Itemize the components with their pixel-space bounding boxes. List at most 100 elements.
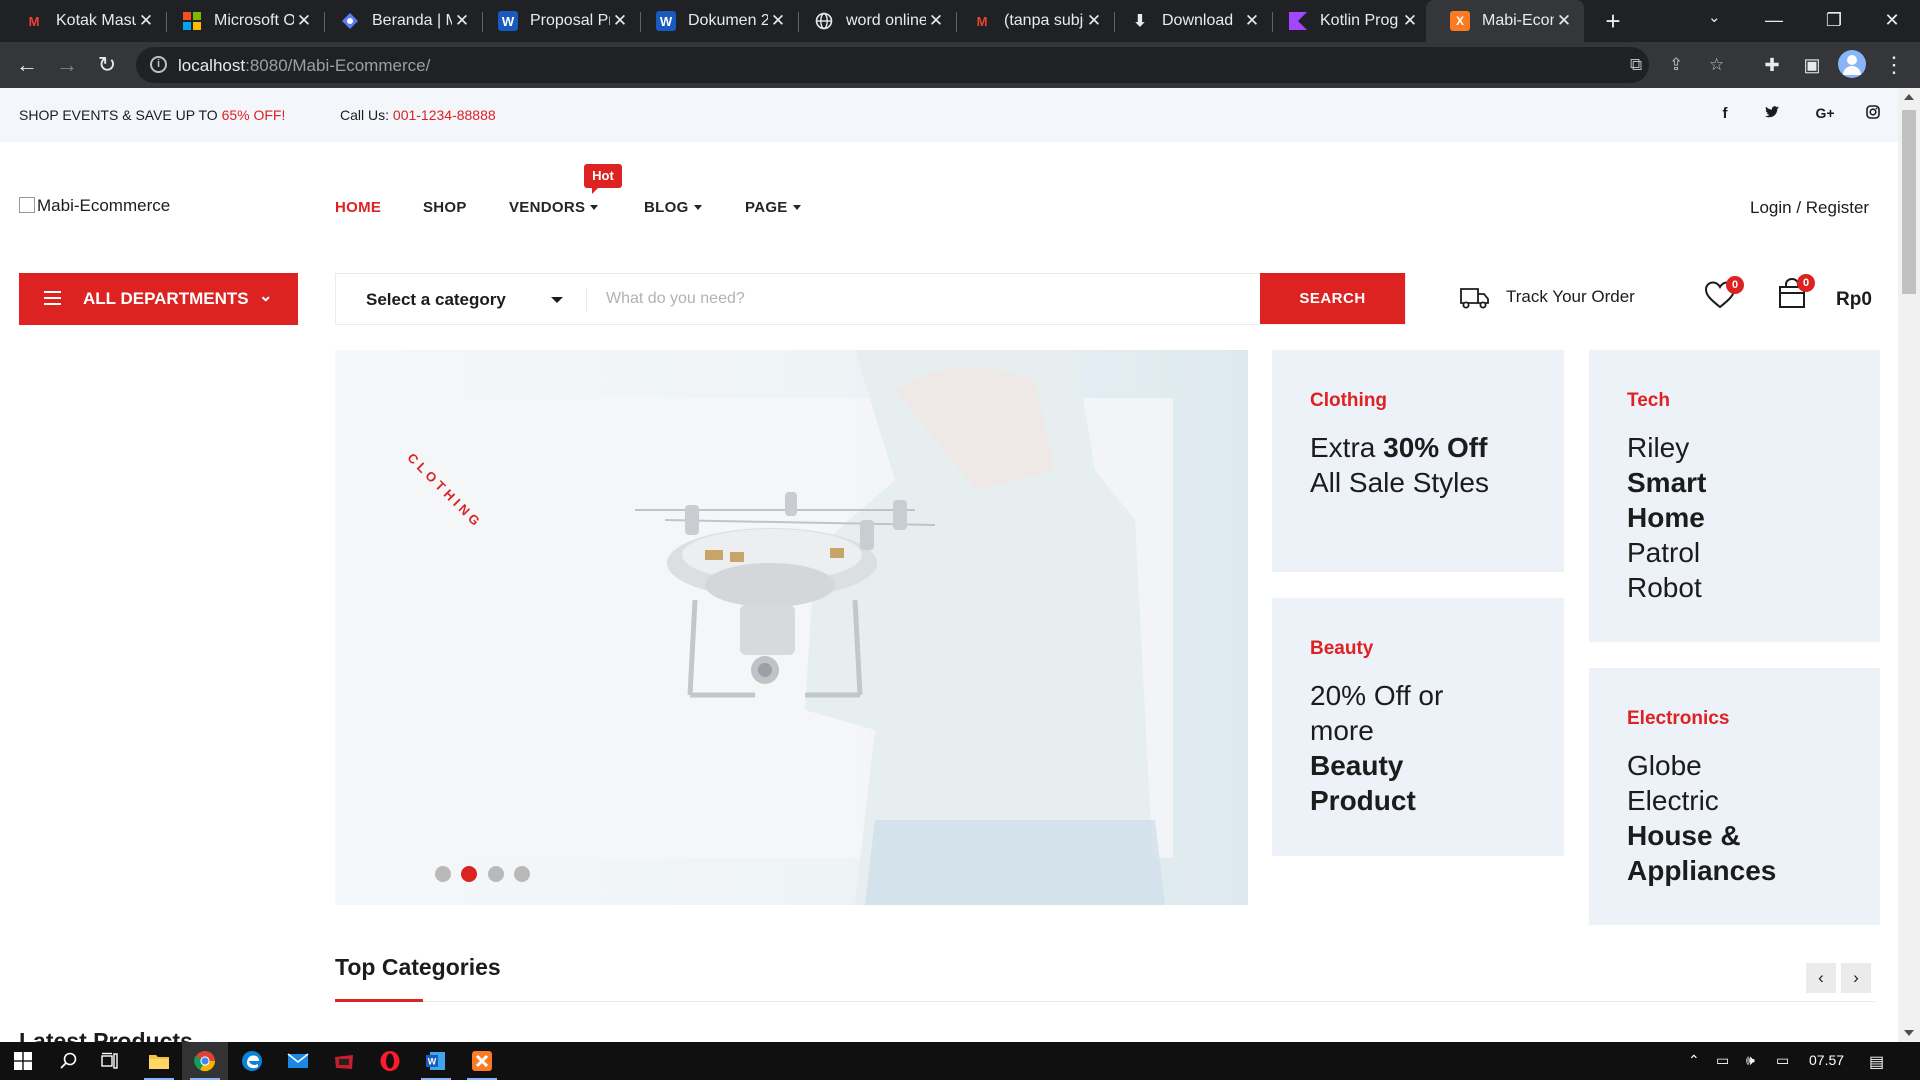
close-icon[interactable]: ✕: [1554, 11, 1574, 31]
share-icon[interactable]: ⇪: [1669, 55, 1683, 75]
volume-icon[interactable]: 🕪: [1746, 1052, 1755, 1069]
minimize-icon[interactable]: —: [1746, 0, 1802, 42]
slider-dot-active[interactable]: [461, 866, 477, 882]
side-panel-icon[interactable]: ▣: [1798, 51, 1826, 79]
site-info-icon[interactable]: i: [150, 56, 167, 73]
extensions-icon[interactable]: ✚: [1758, 51, 1786, 79]
file-explorer-icon[interactable]: [136, 1042, 182, 1080]
nav-blog[interactable]: BLOG: [644, 199, 702, 216]
instagram-icon[interactable]: [1861, 105, 1885, 123]
menu-kebab-icon[interactable]: ⋮: [1880, 51, 1908, 79]
address-bar[interactable]: i localhost:8080/Mabi-Ecommerce/ ⧉ ⇪ ☆: [136, 47, 1724, 83]
search-button[interactable]: SEARCH: [1260, 273, 1405, 324]
windows-start-icon[interactable]: [0, 1042, 46, 1080]
search-form: Select a category: [335, 273, 1406, 325]
caret-down-icon[interactable]: [551, 297, 563, 303]
task-view-icon[interactable]: [88, 1042, 134, 1080]
browser-tab[interactable]: Beranda | M ✕: [316, 0, 482, 42]
download-icon: ⬇: [1133, 13, 1147, 30]
google-plus-icon[interactable]: G+: [1810, 105, 1840, 121]
battery-icon[interactable]: ▭: [1716, 1052, 1729, 1069]
tab-title: Proposal Pr: [530, 12, 610, 29]
promo-text: Extra 30% Off All Sale Styles: [1310, 432, 1489, 498]
slider-dot[interactable]: [488, 866, 504, 882]
carousel-prev-button[interactable]: ‹: [1806, 963, 1836, 993]
chrome-icon[interactable]: [182, 1042, 228, 1080]
tab-search-icon[interactable]: ⌄: [1708, 8, 1721, 26]
browser-tab[interactable]: Microsoft Office ✕: [158, 0, 324, 42]
carousel-next-button[interactable]: ›: [1841, 963, 1871, 993]
promo-card-tech[interactable]: Tech Riley Smart Home Patrol Robot: [1589, 350, 1880, 642]
restore-icon[interactable]: ❐: [1806, 0, 1862, 42]
notifications-icon[interactable]: ▤: [1869, 1052, 1884, 1072]
nav-shop[interactable]: SHOP: [423, 199, 467, 216]
browser-tab-active[interactable]: X Mabi-Ecom ✕: [1426, 0, 1584, 42]
browser-tab[interactable]: M Kotak Masuk ✕: [0, 0, 166, 42]
search-input[interactable]: [592, 276, 1072, 322]
promo-card-electronics[interactable]: Electronics Globe Electric House & Appli…: [1589, 668, 1880, 925]
reload-icon[interactable]: ↻: [93, 51, 121, 79]
gmail-icon: M: [976, 13, 988, 29]
close-icon[interactable]: ✕: [1242, 11, 1262, 31]
forward-icon[interactable]: →: [53, 51, 81, 79]
close-icon[interactable]: ✕: [610, 11, 630, 31]
microsoft-icon: [182, 11, 202, 31]
twitter-icon[interactable]: [1760, 105, 1784, 122]
login-register-link[interactable]: Login / Register: [1750, 198, 1869, 218]
translate-icon[interactable]: ⧉: [1630, 55, 1642, 75]
all-departments-button[interactable]: ALL DEPARTMENTS ⌄: [19, 273, 298, 325]
profile-avatar[interactable]: [1838, 50, 1866, 78]
call-us: Call Us: 001-1234-88888: [340, 107, 496, 123]
nav-vendors[interactable]: VENDORS: [509, 199, 599, 216]
xampp-icon[interactable]: [459, 1042, 505, 1080]
browser-tab[interactable]: W Proposal Pr ✕: [474, 0, 640, 42]
mail-icon[interactable]: [275, 1042, 321, 1080]
scrollbar-thumb[interactable]: [1902, 110, 1916, 294]
browser-tab[interactable]: M (tanpa subjek) ✕: [948, 0, 1114, 42]
edge-icon[interactable]: [229, 1042, 275, 1080]
close-icon[interactable]: ✕: [294, 11, 314, 31]
tab-title: word online: [846, 12, 926, 29]
close-icon[interactable]: ✕: [926, 11, 946, 31]
close-icon[interactable]: ✕: [1084, 11, 1104, 31]
scroll-down-icon[interactable]: [1904, 1030, 1914, 1036]
back-icon[interactable]: ←: [13, 51, 41, 79]
network-icon[interactable]: ▭: [1776, 1052, 1789, 1069]
browser-tab[interactable]: W Dokumen 2 ✕: [632, 0, 798, 42]
site-logo[interactable]: Mabi-Ecommerce: [19, 196, 170, 216]
truck-icon: [1458, 283, 1490, 316]
facebook-icon[interactable]: f: [1713, 105, 1737, 122]
page-scrollbar[interactable]: [1898, 88, 1920, 1042]
nav-home[interactable]: HOME: [335, 199, 381, 216]
track-order-label: Track Your Order: [1506, 287, 1635, 306]
windows-taskbar: W ⌃ ▭ 🕪 ▭ 07.57 ▤: [0, 1042, 1920, 1080]
close-icon[interactable]: ✕: [1400, 11, 1420, 31]
wishlist-button[interactable]: 0: [1704, 276, 1744, 315]
slider-dot[interactable]: [435, 866, 451, 882]
close-icon[interactable]: ✕: [136, 11, 156, 31]
opera-icon[interactable]: [367, 1042, 413, 1080]
close-icon[interactable]: ✕: [768, 11, 788, 31]
clock[interactable]: 07.57: [1809, 1052, 1844, 1068]
globe-icon: [814, 11, 834, 31]
nav-page[interactable]: PAGE: [745, 199, 801, 216]
app-store-icon[interactable]: [321, 1042, 367, 1080]
scroll-up-icon[interactable]: [1904, 94, 1914, 100]
promo-card-beauty[interactable]: Beauty 20% Off or more Beauty Product: [1272, 598, 1564, 856]
browser-tab[interactable]: ⬇ Download ✕: [1106, 0, 1272, 42]
cart-button[interactable]: 0: [1777, 274, 1815, 315]
search-icon[interactable]: [46, 1042, 92, 1080]
browser-tab[interactable]: Kotlin Prog ✕: [1264, 0, 1430, 42]
new-tab-button[interactable]: +: [1598, 6, 1628, 36]
show-hidden-icons[interactable]: ⌃: [1688, 1052, 1700, 1069]
word-icon[interactable]: W: [413, 1042, 459, 1080]
bookmark-star-icon[interactable]: ☆: [1709, 55, 1724, 75]
browser-tab[interactable]: word online ✕: [790, 0, 956, 42]
word-icon: W: [498, 11, 518, 31]
hero-slider[interactable]: CLOTHING: [335, 350, 1248, 905]
window-close-icon[interactable]: ✕: [1864, 0, 1920, 42]
slider-dot[interactable]: [514, 866, 530, 882]
close-icon[interactable]: ✕: [452, 11, 472, 31]
promo-card-clothing[interactable]: Clothing Extra 30% Off All Sale Styles: [1272, 350, 1564, 572]
category-select[interactable]: Select a category: [366, 290, 506, 310]
